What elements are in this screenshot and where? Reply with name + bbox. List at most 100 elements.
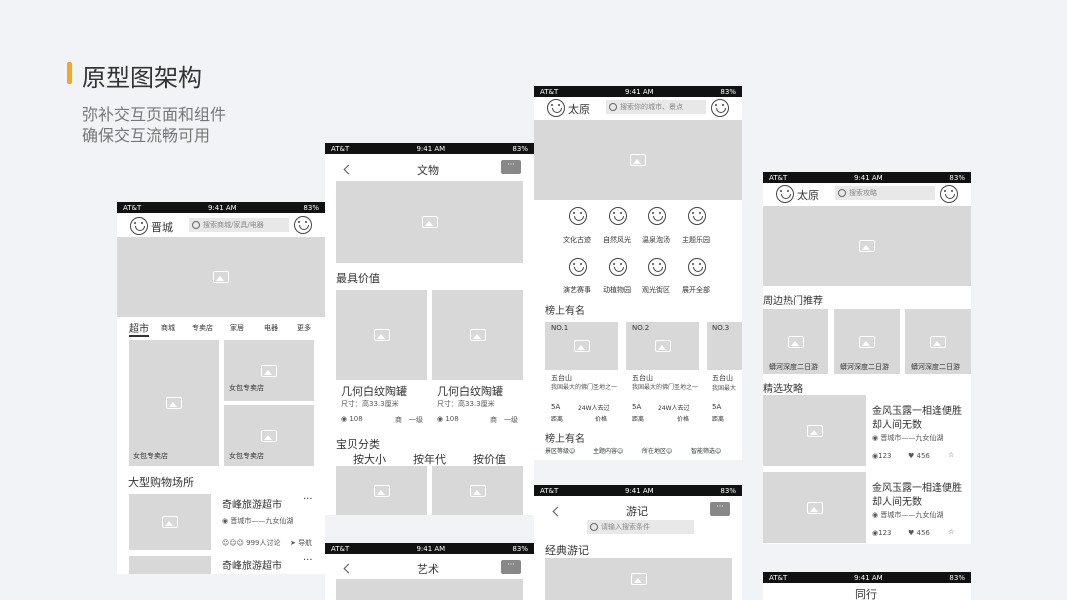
tab-store[interactable]: 专卖店: [192, 323, 213, 333]
spot-desc: 我国最大: [712, 385, 737, 392]
back-icon[interactable]: [343, 563, 354, 574]
filter-theme[interactable]: 主题内容☺: [593, 446, 623, 455]
street-icon[interactable]: [648, 258, 666, 276]
search-input[interactable]: 搜索攻略: [835, 186, 935, 200]
relic-image[interactable]: [432, 466, 523, 515]
guide-title[interactable]: 却人间无数: [872, 416, 922, 431]
guide-title[interactable]: 金风玉露一相逢便胜: [872, 479, 962, 494]
spot-name[interactable]: 五台山: [551, 373, 572, 383]
more-icon[interactable]: ···: [303, 555, 313, 566]
search-input[interactable]: 请输入搜索条件: [587, 520, 694, 534]
phone-mall: AT&T 9:41 AM 83% 晋城 搜索商城/家具/电器 超市 商城 专卖店 家…: [117, 202, 325, 574]
banner-image[interactable]: [763, 206, 971, 286]
spot-level: 5A: [551, 403, 561, 411]
search-input[interactable]: 搜索你的城市、景点: [606, 100, 706, 114]
relic-image[interactable]: [336, 466, 427, 515]
guide-likes[interactable]: ♥ 456: [908, 529, 930, 537]
profile-icon[interactable]: [940, 185, 958, 203]
more-icon[interactable]: ···: [303, 494, 313, 505]
shop-location: ◉ 晋城市——九女仙湖: [222, 517, 294, 525]
relic-size: 尺寸：高33.3厘米: [437, 400, 495, 408]
relic-name[interactable]: 几何白纹陶罐: [437, 383, 503, 399]
culture-icon[interactable]: [569, 207, 587, 225]
store-card-large[interactable]: [129, 340, 219, 466]
phone-companion: AT&T 9:41 AM 83% 同行: [763, 572, 971, 600]
banner-image[interactable]: [336, 579, 523, 600]
spot-distance: 距离: [632, 416, 645, 423]
back-icon[interactable]: [343, 164, 354, 175]
shop-name[interactable]: 奇峰旅游超市: [222, 496, 282, 511]
category-label[interactable]: 自然风光: [603, 235, 631, 245]
star-icon[interactable]: ☆: [948, 528, 954, 536]
filter-level[interactable]: 景区等级☺: [545, 446, 575, 455]
guide-location: ◉ 晋城市——九女仙湖: [872, 511, 944, 519]
back-icon[interactable]: [552, 506, 563, 517]
status-bar: AT&T 9:41 AM 83%: [763, 172, 971, 183]
shop-image[interactable]: [129, 494, 211, 550]
guide-title[interactable]: 金风玉露一相逢便胜: [872, 402, 962, 417]
status-bar: AT&T 9:41 AM 83%: [534, 485, 742, 496]
spa-icon[interactable]: [648, 207, 666, 225]
sort-era[interactable]: 按年代: [413, 451, 446, 467]
view-count: ◉ 108: [437, 415, 459, 423]
relic-image[interactable]: [432, 290, 523, 380]
tab-more[interactable]: 更多: [297, 323, 311, 333]
profile-icon[interactable]: [294, 216, 312, 234]
avatar-icon[interactable]: [776, 185, 794, 203]
tab-mall[interactable]: 商城: [161, 323, 175, 333]
filter-smart[interactable]: 智能筛选☺: [691, 446, 721, 455]
travelogue-image[interactable]: [545, 558, 732, 600]
category-label[interactable]: 温泉泡汤: [642, 235, 670, 245]
zoo-icon[interactable]: [609, 258, 627, 276]
message-icon[interactable]: ···: [710, 502, 730, 516]
star-icon[interactable]: ☆: [948, 451, 954, 459]
rank-badge: NO.1: [551, 324, 569, 332]
expand-icon[interactable]: [688, 258, 706, 276]
tab-appliance[interactable]: 电器: [264, 323, 278, 333]
sort-size[interactable]: 按大小: [353, 451, 386, 467]
category-label[interactable]: 观光街区: [642, 285, 670, 295]
filter-area[interactable]: 所在地区☺: [642, 446, 672, 455]
relic-name[interactable]: 几何白纹陶罐: [341, 383, 407, 399]
avatar-icon[interactable]: [130, 217, 148, 235]
trip-caption: 蟒河深度二日游: [840, 363, 889, 371]
banner-image[interactable]: [534, 120, 742, 200]
search-input[interactable]: 搜索商城/家具/电器: [189, 218, 289, 232]
navigate-button[interactable]: ➤ 导航: [290, 538, 312, 548]
section-title: 大型购物场所: [128, 476, 194, 489]
section-title: 榜上有名: [545, 434, 585, 445]
show-icon[interactable]: [569, 258, 587, 276]
city-label[interactable]: 太原: [568, 101, 590, 117]
message-icon[interactable]: ···: [501, 560, 521, 574]
park-icon[interactable]: [688, 207, 706, 225]
city-label[interactable]: 晋城: [151, 219, 173, 235]
guide-likes[interactable]: ♥ 456: [908, 452, 930, 460]
sort-value[interactable]: 按价值: [473, 451, 506, 467]
category-label[interactable]: 文化古迹: [563, 235, 591, 245]
spot-visitors: 24W人去过: [658, 405, 690, 412]
category-label[interactable]: 主题乐园: [682, 235, 710, 245]
message-icon[interactable]: ···: [501, 160, 521, 174]
tab-supermarket[interactable]: 超市: [129, 320, 149, 337]
page-subtitle-2: 确保交互流畅可用: [82, 126, 211, 145]
shop-image[interactable]: [129, 556, 211, 574]
category-label[interactable]: 演艺赛事: [563, 285, 591, 295]
spot-name[interactable]: 五台山: [632, 373, 653, 383]
tab-home[interactable]: 家居: [230, 323, 244, 333]
category-label[interactable]: 展开全部: [682, 285, 710, 295]
relic-image[interactable]: [336, 290, 427, 380]
avatar-icon[interactable]: [547, 99, 565, 117]
profile-icon[interactable]: [711, 99, 729, 117]
guide-title[interactable]: 却人间无数: [872, 493, 922, 508]
guide-image[interactable]: [763, 395, 866, 466]
section-title: 最具价值: [336, 272, 380, 285]
relic-grade: 商 一级: [395, 416, 423, 424]
city-label[interactable]: 太原: [797, 187, 819, 203]
nature-icon[interactable]: [609, 207, 627, 225]
shop-name[interactable]: 奇峰旅游超市: [222, 557, 282, 572]
category-label[interactable]: 动植物园: [603, 285, 631, 295]
spot-name[interactable]: 五台山: [712, 373, 733, 383]
banner-image[interactable]: [336, 181, 523, 263]
banner-image[interactable]: [117, 237, 325, 317]
guide-image[interactable]: [763, 472, 866, 543]
